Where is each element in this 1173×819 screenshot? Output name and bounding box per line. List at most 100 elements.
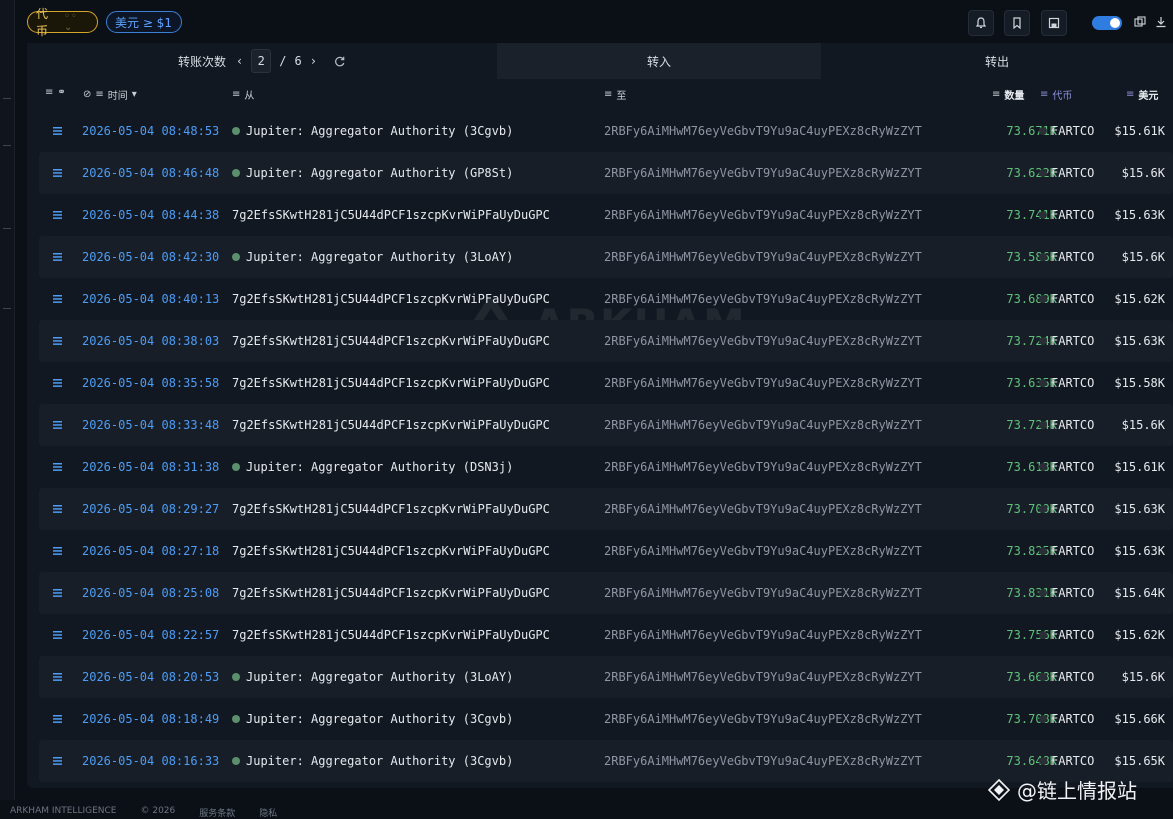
tx-from[interactable]: 7g2EfsSKwtH281jC5U44dPCF1szcpKvrWiPFaUyD… bbox=[232, 194, 550, 236]
tx-detail-icon[interactable] bbox=[53, 320, 62, 362]
tx-from[interactable]: 7g2EfsSKwtH281jC5U44dPCF1szcpKvrWiPFaUyD… bbox=[232, 530, 550, 572]
tx-from[interactable]: 7g2EfsSKwtH281jC5U44dPCF1szcpKvrWiPFaUyD… bbox=[232, 278, 550, 320]
page-current[interactable]: 2 bbox=[251, 49, 272, 73]
tx-time[interactable]: 2026-05-04 08:22:57 bbox=[82, 614, 219, 656]
tx-detail-icon[interactable] bbox=[53, 530, 62, 572]
tx-to[interactable]: 2RBFy6AiMHwM76eyVeGbvT9Yu9aC4uyPEXz8cRyW… bbox=[604, 656, 922, 698]
tx-token[interactable]: FARTCO bbox=[1039, 530, 1094, 572]
refresh-icon[interactable] bbox=[333, 55, 346, 68]
tx-token[interactable]: FARTCO bbox=[1039, 362, 1094, 404]
table-row[interactable]: 2026-05-04 08:20:53 Jupiter: Aggregator A… bbox=[39, 656, 1173, 698]
bookmark-button[interactable] bbox=[1004, 10, 1030, 36]
tx-time[interactable]: 2026-05-04 08:33:48 bbox=[82, 404, 219, 446]
header-token[interactable]: ≡ 代币 bbox=[1040, 87, 1072, 102]
tx-to[interactable]: 2RBFy6AiMHwM76eyVeGbvT9Yu9aC4uyPEXz8cRyW… bbox=[604, 740, 922, 782]
table-row[interactable]: 2026-05-04 08:38:03 7g2EfsSKwtH281jC5U44d… bbox=[39, 320, 1173, 362]
tx-to[interactable]: 2RBFy6AiMHwM76eyVeGbvT9Yu9aC4uyPEXz8cRyW… bbox=[604, 446, 922, 488]
tx-to[interactable]: 2RBFy6AiMHwM76eyVeGbvT9Yu9aC4uyPEXz8cRyW… bbox=[604, 698, 922, 740]
footer-terms-link[interactable]: 服务条款 bbox=[199, 806, 235, 819]
table-row[interactable]: 2026-05-04 08:44:38 7g2EfsSKwtH281jC5U44d… bbox=[39, 194, 1173, 236]
tx-detail-icon[interactable] bbox=[53, 152, 62, 194]
tx-to[interactable]: 2RBFy6AiMHwM76eyVeGbvT9Yu9aC4uyPEXz8cRyW… bbox=[604, 278, 922, 320]
tx-detail-icon[interactable] bbox=[53, 362, 62, 404]
table-row[interactable]: 2026-05-04 08:18:49 Jupiter: Aggregator A… bbox=[39, 698, 1173, 740]
no-filter-icon[interactable]: ⊘ bbox=[83, 89, 91, 100]
tx-from[interactable]: Jupiter: Aggregator Authority (GP8St) bbox=[232, 152, 513, 194]
tx-from[interactable]: Jupiter: Aggregator Authority (3Cgvb) bbox=[232, 698, 513, 740]
tx-to[interactable]: 2RBFy6AiMHwM76eyVeGbvT9Yu9aC4uyPEXz8cRyW… bbox=[604, 152, 922, 194]
tx-time[interactable]: 2026-05-04 08:44:38 bbox=[82, 194, 219, 236]
tx-time[interactable]: 2026-05-04 08:38:03 bbox=[82, 320, 219, 362]
tx-time[interactable]: 2026-05-04 08:16:33 bbox=[82, 740, 219, 782]
tab-outflow[interactable]: 转出 bbox=[821, 43, 1173, 79]
table-row[interactable]: 2026-05-04 08:22:57 7g2EfsSKwtH281jC5U44d… bbox=[39, 614, 1173, 656]
chevron-right-icon[interactable]: › bbox=[310, 54, 317, 68]
tx-token[interactable]: FARTCO bbox=[1039, 152, 1094, 194]
tx-detail-icon[interactable] bbox=[53, 572, 62, 614]
tx-detail-icon[interactable] bbox=[53, 656, 62, 698]
tx-time[interactable]: 2026-05-04 08:40:13 bbox=[82, 278, 219, 320]
filter-icon[interactable]: ≡ bbox=[1126, 89, 1134, 100]
table-row[interactable]: 2026-05-04 08:25:08 7g2EfsSKwtH281jC5U44d… bbox=[39, 572, 1173, 614]
tx-time[interactable]: 2026-05-04 08:31:38 bbox=[82, 446, 219, 488]
tx-from[interactable]: 7g2EfsSKwtH281jC5U44dPCF1szcpKvrWiPFaUyD… bbox=[232, 488, 550, 530]
usd-filter-chip[interactable]: 美元 ≥ $1 bbox=[106, 11, 182, 33]
table-row[interactable]: 2026-05-04 08:42:30 Jupiter: Aggregator A… bbox=[39, 236, 1173, 278]
tx-token[interactable]: FARTCO bbox=[1039, 236, 1094, 278]
tx-to[interactable]: 2RBFy6AiMHwM76eyVeGbvT9Yu9aC4uyPEXz8cRyW… bbox=[604, 614, 922, 656]
link-icon[interactable]: ⚭ bbox=[57, 87, 65, 98]
tx-to[interactable]: 2RBFy6AiMHwM76eyVeGbvT9Yu9aC4uyPEXz8cRyW… bbox=[604, 404, 922, 446]
tx-to[interactable]: 2RBFy6AiMHwM76eyVeGbvT9Yu9aC4uyPEXz8cRyW… bbox=[604, 572, 922, 614]
tx-from[interactable]: 7g2EfsSKwtH281jC5U44dPCF1szcpKvrWiPFaUyD… bbox=[232, 320, 550, 362]
tx-detail-icon[interactable] bbox=[53, 236, 62, 278]
tx-from[interactable]: Jupiter: Aggregator Authority (3LoAY) bbox=[232, 236, 513, 278]
tx-time[interactable]: 2026-05-04 08:35:58 bbox=[82, 362, 219, 404]
tx-detail-icon[interactable] bbox=[53, 404, 62, 446]
tx-to[interactable]: 2RBFy6AiMHwM76eyVeGbvT9Yu9aC4uyPEXz8cRyW… bbox=[604, 194, 922, 236]
header-to[interactable]: ≡ 至 bbox=[604, 87, 626, 102]
footer-privacy-link[interactable]: 隐私 bbox=[259, 806, 277, 819]
alert-button[interactable] bbox=[968, 10, 994, 36]
table-row[interactable]: 2026-05-04 08:46:48 Jupiter: Aggregator A… bbox=[39, 152, 1173, 194]
tx-token[interactable]: FARTCO bbox=[1039, 488, 1094, 530]
tx-detail-icon[interactable] bbox=[53, 698, 62, 740]
tx-token[interactable]: FARTCO bbox=[1039, 572, 1094, 614]
tx-detail-icon[interactable] bbox=[53, 278, 62, 320]
tx-to[interactable]: 2RBFy6AiMHwM76eyVeGbvT9Yu9aC4uyPEXz8cRyW… bbox=[604, 110, 922, 152]
tx-token[interactable]: FARTCO bbox=[1039, 404, 1094, 446]
view-toggle[interactable] bbox=[1092, 16, 1122, 30]
table-row[interactable]: 2026-05-04 08:40:13 7g2EfsSKwtH281jC5U44d… bbox=[39, 278, 1173, 320]
tx-to[interactable]: 2RBFy6AiMHwM76eyVeGbvT9Yu9aC4uyPEXz8cRyW… bbox=[604, 236, 922, 278]
tx-to[interactable]: 2RBFy6AiMHwM76eyVeGbvT9Yu9aC4uyPEXz8cRyW… bbox=[604, 530, 922, 572]
tx-detail-icon[interactable] bbox=[53, 614, 62, 656]
tx-time[interactable]: 2026-05-04 08:20:53 bbox=[82, 656, 219, 698]
filter-icon[interactable]: ≡ bbox=[45, 87, 53, 98]
filter-icon[interactable]: ≡ bbox=[1040, 89, 1048, 100]
tx-time[interactable]: 2026-05-04 08:46:48 bbox=[82, 152, 219, 194]
tx-token[interactable]: FARTCO bbox=[1039, 446, 1094, 488]
token-filter-chip[interactable]: 代币 ◦◦ ⌄ bbox=[27, 7, 98, 38]
tx-time[interactable]: 2026-05-04 08:18:49 bbox=[82, 698, 219, 740]
tx-to[interactable]: 2RBFy6AiMHwM76eyVeGbvT9Yu9aC4uyPEXz8cRyW… bbox=[604, 320, 922, 362]
tx-from[interactable]: 7g2EfsSKwtH281jC5U44dPCF1szcpKvrWiPFaUyD… bbox=[232, 404, 550, 446]
filter-icon[interactable]: ≡ bbox=[604, 89, 612, 100]
tx-from[interactable]: Jupiter: Aggregator Authority (3LoAY) bbox=[232, 656, 513, 698]
header-amount[interactable]: ≡ 数量 bbox=[992, 87, 1024, 102]
filter-icon[interactable]: ≡ bbox=[232, 89, 240, 100]
tx-from[interactable]: Jupiter: Aggregator Authority (3Cgvb) bbox=[232, 110, 513, 152]
tx-time[interactable]: 2026-05-04 08:29:27 bbox=[82, 488, 219, 530]
table-row[interactable]: 2026-05-04 08:48:53 Jupiter: Aggregator A… bbox=[39, 110, 1173, 152]
tx-from[interactable]: 7g2EfsSKwtH281jC5U44dPCF1szcpKvrWiPFaUyD… bbox=[232, 572, 550, 614]
table-row[interactable]: 2026-05-04 08:35:58 7g2EfsSKwtH281jC5U44d… bbox=[39, 362, 1173, 404]
tx-detail-icon[interactable] bbox=[53, 110, 62, 152]
tab-inflow[interactable]: 转入 bbox=[497, 43, 821, 79]
filter-icon[interactable]: ≡ bbox=[992, 89, 1000, 100]
table-row[interactable]: 2026-05-04 08:27:18 7g2EfsSKwtH281jC5U44d… bbox=[39, 530, 1173, 572]
tx-token[interactable]: FARTCO bbox=[1039, 614, 1094, 656]
download-icon[interactable] bbox=[1155, 16, 1167, 28]
tx-token[interactable]: FARTCO bbox=[1039, 194, 1094, 236]
tab-transfers[interactable]: 转账次数 ‹ 2 / 6 › bbox=[27, 43, 497, 79]
header-from[interactable]: ≡ 从 bbox=[232, 87, 254, 102]
table-row[interactable]: 2026-05-04 08:31:38 Jupiter: Aggregator A… bbox=[39, 446, 1173, 488]
header-time[interactable]: ⊘ ≡ 时间 ▾ bbox=[83, 87, 137, 102]
